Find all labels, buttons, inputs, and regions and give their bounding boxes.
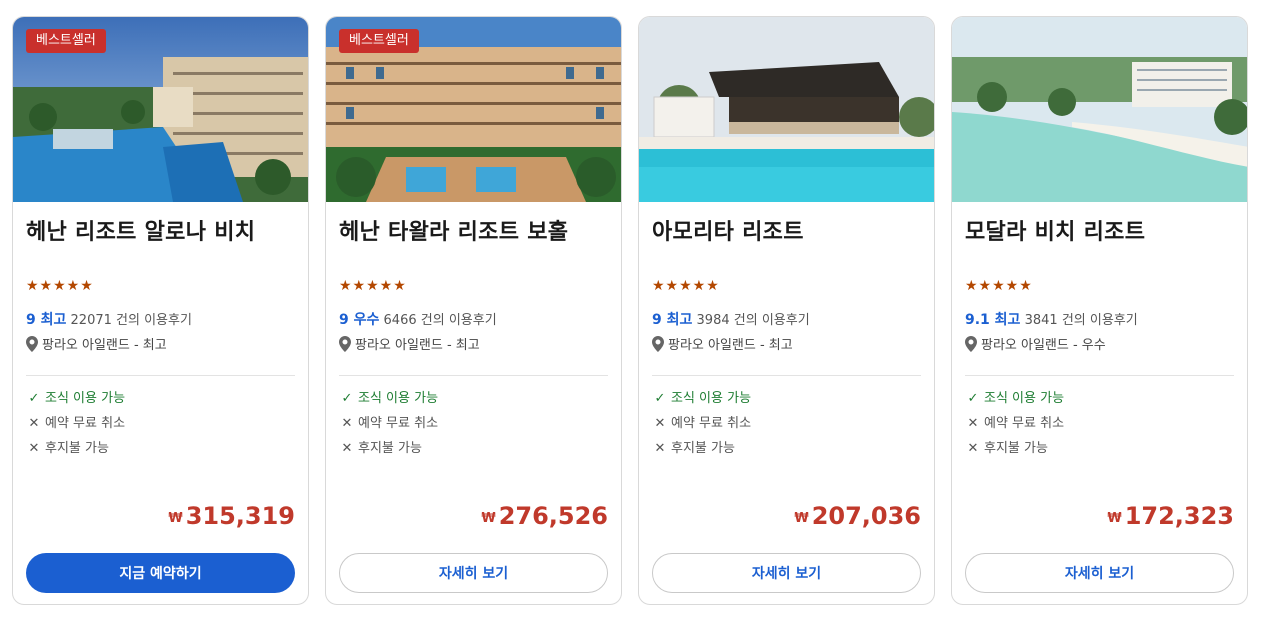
price: ₩276,526 — [481, 502, 608, 530]
star-rating: ★★★★★ — [339, 278, 407, 294]
divider — [26, 375, 295, 376]
feature-free-cancel: ✕ 예약 무료 취소 — [26, 412, 125, 431]
price-value: 276,526 — [498, 502, 608, 530]
bestseller-badge: 베스트셀러 — [26, 29, 106, 53]
currency-symbol: ₩ — [481, 511, 496, 526]
view-details-button[interactable]: 자세히 보기 — [965, 553, 1234, 593]
review-summary: 9 우수 6466 건의 이용후기 — [339, 309, 497, 329]
location: 팡라오 아일랜드 - 최고 — [26, 334, 167, 356]
review-score: 9 최고 — [26, 312, 67, 328]
star-rating: ★★★★★ — [652, 278, 720, 294]
review-summary: 9 최고 3984 건의 이용후기 — [652, 309, 810, 329]
check-icon: ✓ — [341, 391, 353, 406]
hotel-card-3[interactable]: 아모리타 리조트 ★★★★★ 9 최고 3984 건의 이용후기 팡라오 아일랜… — [638, 16, 935, 605]
review-count: 22071 — [70, 313, 112, 328]
location-text: 팡라오 아일랜드 - 최고 — [355, 338, 480, 353]
x-icon: ✕ — [967, 441, 979, 456]
location-text: 팡라오 아일랜드 - 최고 — [668, 338, 793, 353]
bestseller-badge: 베스트셀러 — [339, 29, 419, 53]
review-count: 6466 — [383, 313, 417, 328]
review-suffix: 건의 이용후기 — [733, 313, 810, 328]
location-pin-icon — [652, 336, 664, 356]
review-count: 3984 — [696, 313, 730, 328]
check-icon: ✓ — [28, 391, 40, 406]
feature-free-cancel: ✕ 예약 무료 취소 — [339, 412, 438, 431]
divider — [339, 375, 608, 376]
feature-breakfast: ✓ 조식 이용 가능 — [652, 387, 751, 406]
hotel-name[interactable]: 아모리타 리조트 — [652, 214, 804, 246]
location-text: 팡라오 아일랜드 - 최고 — [42, 338, 167, 353]
review-score: 9.1 최고 — [965, 312, 1021, 328]
hotel-photo[interactable] — [952, 17, 1247, 202]
hotel-photo[interactable] — [639, 17, 934, 202]
price: ₩315,319 — [168, 502, 295, 530]
view-details-button[interactable]: 자세히 보기 — [339, 553, 608, 593]
x-icon: ✕ — [654, 441, 666, 456]
hotel-card-4[interactable]: 모달라 비치 리조트 ★★★★★ 9.1 최고 3841 건의 이용후기 팡라오… — [951, 16, 1248, 605]
location-pin-icon — [339, 336, 351, 356]
view-details-button[interactable]: 자세히 보기 — [652, 553, 921, 593]
feature-breakfast: ✓ 조식 이용 가능 — [339, 387, 438, 406]
hotel-card-2[interactable]: 베스트셀러 헤난 타왈라 리조트 보홀 ★★★★★ 9 우수 6466 건의 이… — [325, 16, 622, 605]
location: 팡라오 아일랜드 - 최고 — [652, 334, 793, 356]
feature-pay-later: ✕ 후지불 가능 — [339, 437, 422, 456]
hotel-name[interactable]: 헤난 리조트 알로나 비치 — [26, 214, 255, 246]
feature-free-cancel: ✕ 예약 무료 취소 — [965, 412, 1064, 431]
review-suffix: 건의 이용후기 — [116, 313, 192, 328]
x-icon: ✕ — [967, 416, 979, 431]
divider — [965, 375, 1234, 376]
location: 팡라오 아일랜드 - 우수 — [965, 334, 1106, 356]
review-suffix: 건의 이용후기 — [1061, 313, 1138, 328]
hotel-name[interactable]: 모달라 비치 리조트 — [965, 214, 1145, 246]
location-pin-icon — [26, 336, 38, 356]
review-score: 9 우수 — [339, 312, 380, 328]
location-text: 팡라오 아일랜드 - 우수 — [981, 338, 1106, 353]
hotel-card-1[interactable]: 베스트셀러 헤난 리조트 알로나 비치 ★★★★★ 9 최고 22071 건의 … — [12, 16, 309, 605]
review-suffix: 건의 이용후기 — [420, 313, 497, 328]
currency-symbol: ₩ — [1107, 511, 1122, 526]
x-icon: ✕ — [28, 416, 40, 431]
location: 팡라오 아일랜드 - 최고 — [339, 334, 480, 356]
x-icon: ✕ — [341, 441, 353, 456]
review-score: 9 최고 — [652, 312, 693, 328]
price-value: 315,319 — [185, 502, 295, 530]
x-icon: ✕ — [341, 416, 353, 431]
check-icon: ✓ — [654, 391, 666, 406]
price-value: 172,323 — [1124, 502, 1234, 530]
feature-breakfast: ✓ 조식 이용 가능 — [965, 387, 1064, 406]
feature-pay-later: ✕ 후지불 가능 — [26, 437, 109, 456]
star-rating: ★★★★★ — [965, 278, 1033, 294]
review-count: 3841 — [1024, 313, 1058, 328]
star-rating: ★★★★★ — [26, 278, 94, 294]
x-icon: ✕ — [654, 416, 666, 431]
divider — [652, 375, 921, 376]
currency-symbol: ₩ — [168, 511, 183, 526]
feature-breakfast: ✓ 조식 이용 가능 — [26, 387, 125, 406]
feature-free-cancel: ✕ 예약 무료 취소 — [652, 412, 751, 431]
review-summary: 9.1 최고 3841 건의 이용후기 — [965, 309, 1138, 329]
location-pin-icon — [965, 336, 977, 356]
price-value: 207,036 — [811, 502, 921, 530]
x-icon: ✕ — [28, 441, 40, 456]
book-now-button[interactable]: 지금 예약하기 — [26, 553, 295, 593]
hotel-name[interactable]: 헤난 타왈라 리조트 보홀 — [339, 214, 568, 246]
review-summary: 9 최고 22071 건의 이용후기 — [26, 309, 192, 329]
price: ₩172,323 — [1107, 502, 1234, 530]
feature-pay-later: ✕ 후지불 가능 — [965, 437, 1048, 456]
price: ₩207,036 — [794, 502, 921, 530]
feature-pay-later: ✕ 후지불 가능 — [652, 437, 735, 456]
currency-symbol: ₩ — [794, 511, 809, 526]
check-icon: ✓ — [967, 391, 979, 406]
